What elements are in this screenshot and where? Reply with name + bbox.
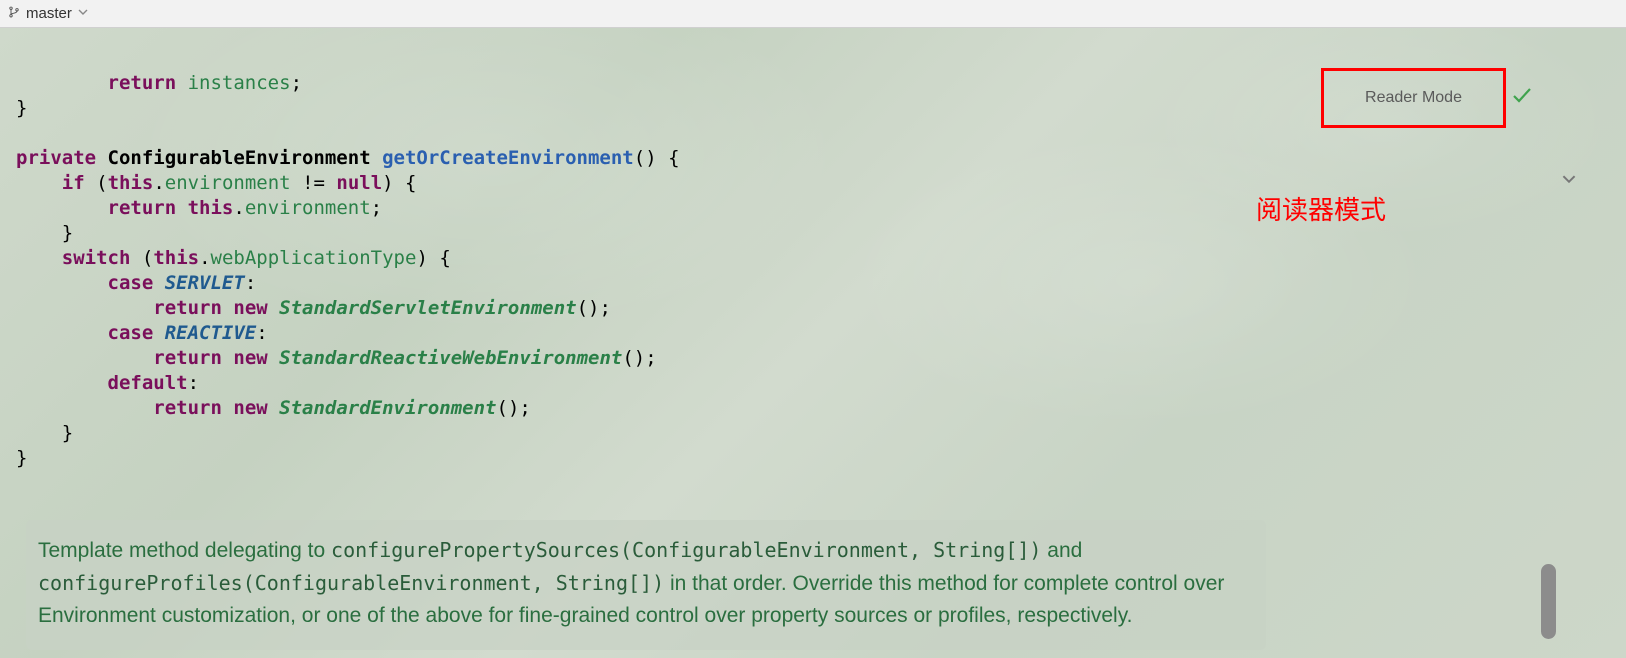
kw-this: this [153, 247, 199, 269]
kw-this: this [188, 197, 234, 219]
kw-return: return [108, 197, 177, 219]
kw-if: if [62, 172, 85, 194]
kw-null: null [336, 172, 382, 194]
method-name: getOrCreateEnvironment [382, 147, 634, 169]
chevron-down-icon[interactable] [1562, 172, 1576, 189]
ident-instances: instances [188, 72, 291, 94]
kw-return: return [153, 397, 222, 419]
doc-text: and [1041, 539, 1082, 562]
kw-return: return [153, 347, 222, 369]
checkmark-icon[interactable] [1512, 85, 1532, 110]
kw-new: new [233, 397, 267, 419]
kw-case: case [108, 272, 154, 294]
kw-new: new [233, 297, 267, 319]
field-environment: environment [165, 172, 291, 194]
chevron-down-icon [78, 7, 88, 20]
const-servlet: SERVLET [165, 272, 245, 294]
kw-private: private [16, 147, 96, 169]
brace-close: } [62, 222, 73, 244]
doc-ref[interactable]: configureProfiles(ConfigurableEnvironmen… [38, 571, 664, 595]
type-se: StandardEnvironment [279, 397, 496, 419]
brace-close: } [16, 97, 27, 119]
kw-default: default [108, 372, 188, 394]
brace-close: } [62, 422, 73, 444]
code-editor[interactable]: return instances; } private Configurable… [0, 28, 1626, 658]
kw-case: case [108, 322, 154, 344]
field-wat: webApplicationType [211, 247, 417, 269]
doc-text: Template method delegating to [38, 539, 331, 562]
doc-ref[interactable]: configurePropertySources(ConfigurableEnv… [331, 538, 1041, 562]
annotation-label: 阅读器模式 [1256, 190, 1386, 227]
branch-selector[interactable]: master [8, 5, 88, 23]
brace-close: } [16, 447, 27, 469]
const-reactive: REACTIVE [165, 322, 257, 344]
kw-return: return [153, 297, 222, 319]
doc-comment: Template method delegating to configureP… [26, 520, 1266, 650]
type-conf-env: ConfigurableEnvironment [108, 147, 371, 169]
reader-mode-highlight: Reader Mode [1321, 68, 1506, 128]
type-srwe: StandardReactiveWebEnvironment [279, 347, 622, 369]
scrollbar-thumb[interactable] [1541, 564, 1556, 639]
branch-icon [8, 5, 20, 23]
kw-this: this [108, 172, 154, 194]
kw-switch: switch [62, 247, 131, 269]
type-sse: StandardServletEnvironment [279, 297, 576, 319]
reader-mode-label[interactable]: Reader Mode [1365, 89, 1462, 107]
field-environment: environment [245, 197, 371, 219]
kw-return: return [108, 72, 177, 94]
kw-new: new [233, 347, 267, 369]
branch-name: master [26, 5, 72, 22]
top-bar: master [0, 0, 1626, 28]
